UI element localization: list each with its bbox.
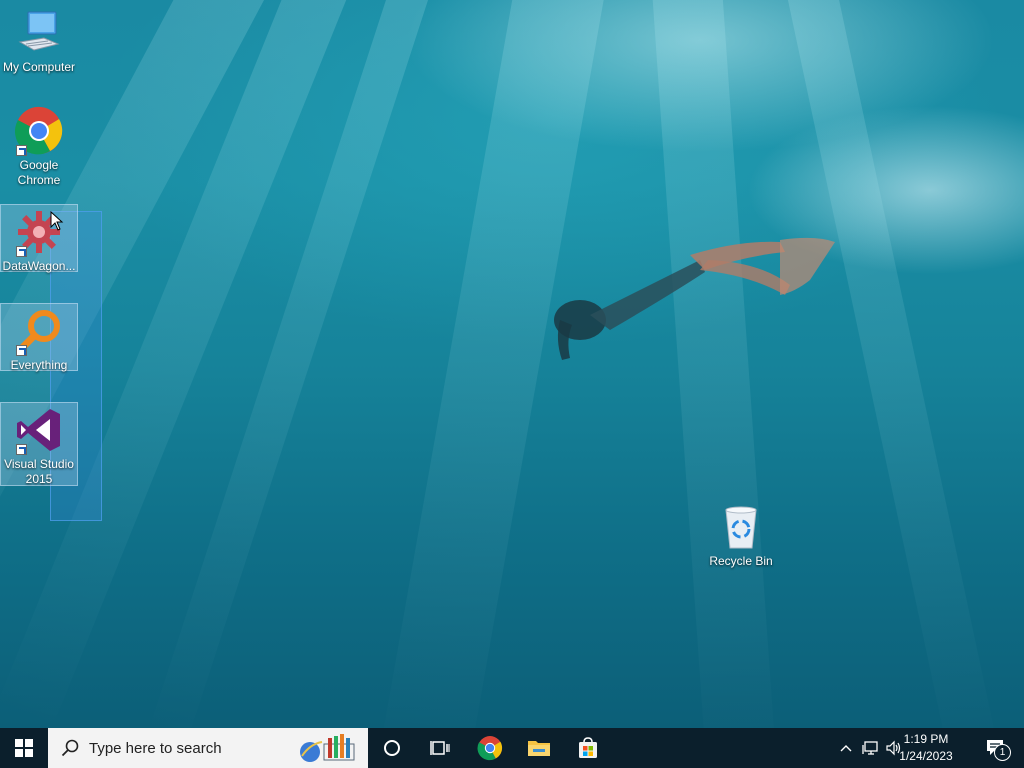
everything-search-icon (14, 306, 64, 356)
task-view-button[interactable] (416, 728, 464, 768)
network-icon (862, 741, 878, 755)
chrome-icon (477, 736, 503, 761)
desktop-icon-my-computer[interactable]: My Computer (0, 8, 78, 74)
shortcut-arrow-icon (16, 444, 27, 455)
taskbar-chrome-button[interactable] (466, 728, 514, 768)
action-center-button[interactable]: 1 (976, 728, 1016, 768)
chrome-icon (14, 106, 64, 156)
desktop[interactable]: My Computer Google Chrome DataWagon... E… (0, 0, 1024, 728)
taskbar-search-box[interactable]: Type here to search (48, 728, 368, 768)
desktop-icon-google-chrome[interactable]: Google Chrome (0, 106, 78, 190)
microsoft-store-icon (579, 737, 597, 758)
start-button[interactable] (0, 728, 48, 768)
mouse-cursor-icon (50, 211, 64, 231)
clock-time: 1:19 PM (903, 732, 949, 746)
desktop-icon-label: Recycle Bin (709, 554, 773, 568)
desktop-icon-label: DataWagon... (2, 259, 76, 273)
cortana-icon (384, 740, 400, 756)
show-hidden-icons-button[interactable] (836, 728, 856, 768)
visual-studio-icon (14, 405, 64, 455)
file-explorer-icon (528, 741, 550, 756)
desktop-icon-recycle-bin[interactable]: Recycle Bin (702, 502, 780, 570)
shortcut-arrow-icon (16, 246, 27, 257)
taskbar-file-explorer-button[interactable] (515, 728, 563, 768)
taskbar: Type here to search 1:19 PM 1/24/2023 1 (0, 728, 1024, 768)
shortcut-arrow-icon (16, 345, 27, 356)
cortana-button[interactable] (368, 728, 416, 768)
desktop-icon-label: Google Chrome (17, 158, 61, 187)
search-placeholder: Type here to search (89, 739, 222, 757)
taskbar-microsoft-store-button[interactable] (564, 728, 612, 768)
task-view-icon (430, 741, 450, 755)
search-icon (61, 739, 79, 757)
desktop-icon-datawagon[interactable]: DataWagon... (0, 204, 78, 273)
search-highlight-icon (300, 734, 355, 762)
freediver-image (554, 237, 835, 360)
shortcut-arrow-icon (16, 145, 27, 156)
clock-date: 1/24/2023 (899, 749, 953, 763)
computer-icon (14, 8, 64, 58)
chevron-up-icon (840, 745, 852, 752)
network-button[interactable] (858, 728, 882, 768)
desktop-icon-label: Everything (10, 358, 68, 372)
windows-start-icon (15, 739, 33, 757)
notification-count-badge: 1 (994, 744, 1011, 761)
desktop-icon-everything[interactable]: Everything (0, 303, 78, 372)
notification-count: 1 (999, 747, 1006, 758)
taskbar-clock[interactable]: 1:19 PM 1/24/2023 (886, 731, 966, 765)
desktop-icon-label: My Computer (2, 60, 76, 74)
recycle-bin-icon (716, 502, 766, 552)
desktop-icon-label: Visual Studio 2015 (4, 457, 74, 486)
desktop-icon-visual-studio-2015[interactable]: Visual Studio 2015 (0, 402, 78, 486)
